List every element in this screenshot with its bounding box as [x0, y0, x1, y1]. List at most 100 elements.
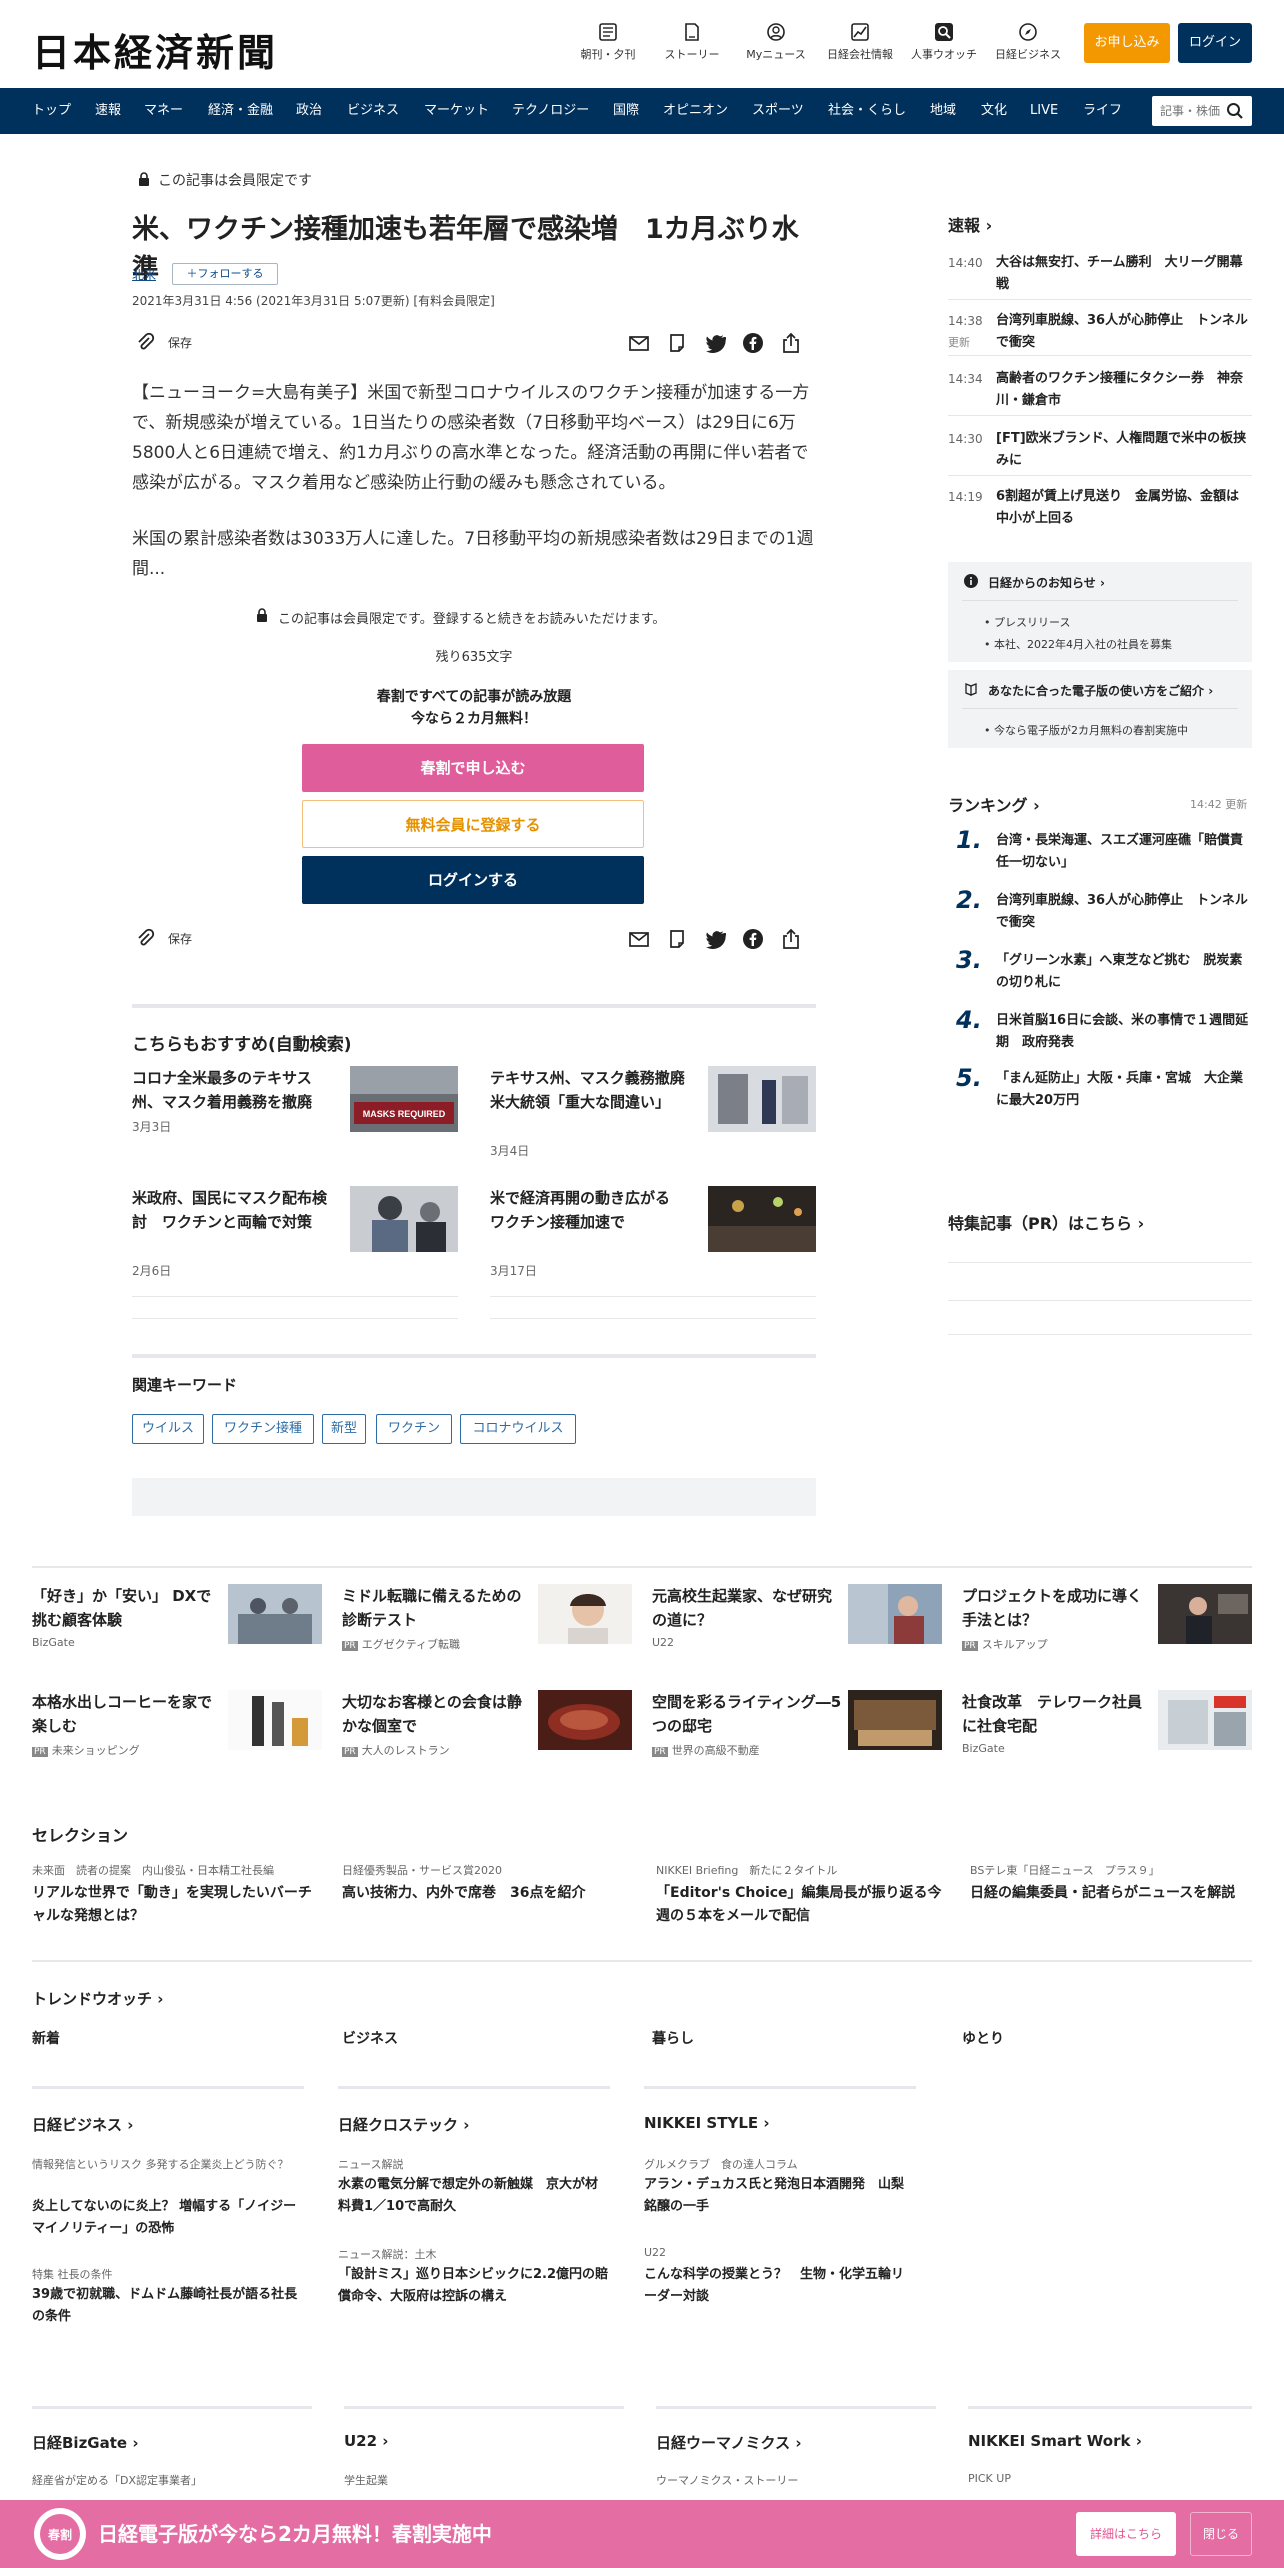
guide-heading[interactable]: あなたに合った電子版の使い方をご紹介 › [988, 682, 1213, 699]
region-tag-link[interactable]: 北米 [132, 266, 156, 283]
notice-item[interactable]: • プレスリリース [984, 614, 1070, 630]
nav-item-life[interactable]: ライフ [1083, 88, 1122, 134]
pr-item[interactable]: 大切なお客様との会食は静かな個室で PR 大人のレストラン [342, 1690, 632, 1757]
nav-item-society[interactable]: 社会・くらし [828, 88, 906, 134]
site-logo[interactable]: 日本経済新聞 [32, 22, 278, 77]
company-info-link[interactable]: 日経会社情報 [820, 22, 900, 62]
group-item-title[interactable]: 「設計ミス」巡り日本シビックに2.2億円の賠償命令、大阪府は控訴の構え [338, 2264, 610, 2308]
pr-item[interactable]: プロジェクトを成功に導く手法とは？ PR スキルアップ [962, 1584, 1252, 1651]
group-heading[interactable]: 日経ビジネス › [32, 2114, 133, 2135]
my-news-link[interactable]: Myニュース [736, 22, 816, 62]
trend-tab-living[interactable]: 暮らし [652, 2028, 694, 2048]
mail-icon[interactable] [628, 332, 650, 354]
group-item-title[interactable]: 39歳で初就職、ドムドム藤崎社長が語る社長の条件 [32, 2284, 304, 2328]
pr-item[interactable]: 「好き」か「安い」 DXで挑む顧客体験 BizGate [32, 1584, 322, 1650]
ranking-item[interactable]: 4. 日米首脳16日に会談、米の事情で１週間延期 政府発表 [948, 1006, 1252, 1058]
trend-tab-new[interactable]: 新着 [32, 2028, 60, 2048]
recommend-item[interactable]: 米政府、国民にマスク配布検討 ワクチンと両輪で対策 2月6日 [132, 1186, 458, 1296]
recommend-item[interactable]: テキサス州、マスク義務撤廃 米大統領「重大な間違い」 3月4日 [490, 1066, 816, 1176]
flash-news-item[interactable]: 14:30 [FT]欧米ブランド、人権問題で米中の板挟みに [948, 428, 1252, 476]
twitter-icon[interactable] [704, 928, 726, 950]
nav-item-technology[interactable]: テクノロジー [512, 88, 589, 134]
facebook-icon[interactable] [742, 928, 764, 950]
flash-news-item[interactable]: 14:38 更新 台湾列車脱線、36人が心肺停止 トンネルで衝突 [948, 310, 1252, 356]
banner-close-button[interactable]: 閉じる [1190, 2512, 1252, 2556]
nav-item-politics[interactable]: 政治 [296, 88, 322, 134]
search-input[interactable] [1152, 96, 1220, 126]
facebook-icon[interactable] [742, 332, 764, 354]
nav-item-opinion[interactable]: オピニオン [663, 88, 728, 134]
group-item-title[interactable]: アラン・デュカス氏と発泡日本酒開発 山梨銘醸の一手 [644, 2174, 916, 2218]
keyword-tag[interactable]: ワクチン接種 [212, 1414, 314, 1444]
trend-tab-business[interactable]: ビジネス [342, 2028, 398, 2048]
flash-news-heading[interactable]: 速報 › [948, 212, 992, 236]
notice-heading[interactable]: 日経からのお知らせ › [988, 574, 1105, 591]
keyword-tag[interactable]: ウイルス [132, 1414, 204, 1444]
note-icon[interactable] [666, 332, 688, 354]
ranking-item[interactable]: 1. 台湾・長栄海運、スエズ運河座礁「賠償責任一切ない」 [948, 826, 1252, 878]
keyword-tag[interactable]: コロナウイルス [460, 1414, 576, 1444]
personnel-watch-link[interactable]: 人事ウオッチ [904, 22, 984, 62]
notice-item[interactable]: • 本社、2022年4月入社の社員を募集 [984, 636, 1172, 652]
group-heading[interactable]: 日経BizGate › [32, 2432, 139, 2453]
recommend-item[interactable]: コロナ全米最多のテキサス州、マスク着用義務を撤廃 3月3日 MASKS REQU… [132, 1066, 458, 1176]
keyword-tag[interactable]: 新型 [322, 1414, 366, 1444]
nav-item-top[interactable]: トップ [32, 88, 71, 134]
ranking-heading[interactable]: ランキング › [948, 792, 1040, 816]
twitter-icon[interactable] [704, 332, 726, 354]
mail-icon[interactable] [628, 928, 650, 950]
clip-icon[interactable] [134, 332, 156, 354]
group-item-title[interactable]: 炎上してないのに炎上？ 増幅する「ノイジーマイノリティー」の恐怖 [32, 2196, 304, 2240]
ranking-item[interactable]: 3. 「グリーン水素」へ東芝など挑む 脱炭素の切り札に [948, 946, 1252, 998]
nav-item-money[interactable]: マネー [144, 88, 183, 134]
trend-tab-leisure[interactable]: ゆとり [962, 2028, 1004, 2048]
nav-item-economy[interactable]: 経済・金融 [208, 88, 273, 134]
pr-heading[interactable]: 特集記事（PR）はこちら › [948, 1210, 1144, 1234]
ranking-item[interactable]: 5. 「まん延防止」大阪・兵庫・宮城 大企業に最大20万円 [948, 1064, 1252, 1116]
trend-heading[interactable]: トレンドウオッチ › [32, 1988, 163, 2009]
nav-item-sports[interactable]: スポーツ [752, 88, 804, 134]
pr-item[interactable]: 本格水出しコーヒーを家で楽しむ PR 未来ショッピング [32, 1690, 322, 1757]
note-icon[interactable] [666, 928, 688, 950]
search-icon[interactable] [1226, 102, 1244, 120]
pr-item[interactable]: 元高校生起業家、なぜ研究の道に？ U22 [652, 1584, 942, 1650]
flash-news-item[interactable]: 14:19 6割超が賃上げ見送り 金属労協、金額は中小が上回る [948, 486, 1252, 534]
nav-item-regional[interactable]: 地域 [930, 88, 956, 134]
nav-item-international[interactable]: 国際 [613, 88, 639, 134]
share-icon[interactable] [780, 928, 802, 950]
pr-item[interactable]: ミドル転職に備えるための診断テスト PR エグゼクティブ転職 [342, 1584, 632, 1651]
flash-news-item[interactable]: 14:40 大谷は無安打、チーム勝利 大リーグ開幕戦 [948, 252, 1252, 300]
keyword-tag[interactable]: ワクチン [376, 1414, 452, 1444]
save-label[interactable]: 保存 [168, 334, 192, 351]
group-item-title[interactable]: こんな科学の授業とう？ 生物・化学五輪リーダー対談 [644, 2264, 916, 2308]
free-register-button[interactable]: 無料会員に登録する [302, 800, 644, 848]
clip-icon[interactable] [134, 928, 156, 950]
spring-subscribe-button[interactable]: 春割で申し込む [302, 744, 644, 792]
guide-item[interactable]: • 今なら電子版が2カ月無料の春割実施中 [984, 722, 1188, 738]
print-edition-link[interactable]: 朝刊・夕刊 [568, 22, 648, 62]
group-heading[interactable]: NIKKEI Smart Work › [968, 2432, 1142, 2450]
nikkei-business-link[interactable]: 日経ビジネス [988, 22, 1068, 62]
group-heading[interactable]: NIKKEI STYLE › [644, 2114, 770, 2132]
nav-item-culture[interactable]: 文化 [981, 88, 1007, 134]
share-icon[interactable] [780, 332, 802, 354]
flash-news-item[interactable]: 14:34 高齢者のワクチン接種にタクシー券 神奈川・鎌倉市 [948, 368, 1252, 416]
story-link[interactable]: ストーリー [652, 22, 732, 62]
group-heading[interactable]: 日経ウーマノミクス › [656, 2432, 802, 2453]
recommend-item[interactable]: 米で経済再開の動き広がる ワクチン接種加速で 3月17日 [490, 1186, 816, 1296]
group-item-title[interactable]: 水素の電気分解で想定外の新触媒 京大が材料費1／10で高耐久 [338, 2174, 610, 2218]
nav-item-live[interactable]: LIVE [1030, 88, 1058, 134]
pr-item[interactable]: 空間を彩るライティング―5つの邸宅 PR 世界の高級不動産 [652, 1690, 942, 1757]
pr-item[interactable]: 社食改革 テレワーク社員に社食宅配 BizGate [962, 1690, 1252, 1756]
apply-button[interactable]: お申し込み [1084, 23, 1170, 63]
nav-item-market[interactable]: マーケット [424, 88, 489, 134]
login-button[interactable]: ログイン [1178, 23, 1252, 63]
group-heading[interactable]: U22 › [344, 2432, 388, 2450]
nav-item-business[interactable]: ビジネス [347, 88, 399, 134]
save-label[interactable]: 保存 [168, 930, 192, 947]
ranking-item[interactable]: 2. 台湾列車脱線、36人が心肺停止 トンネルで衝突 [948, 886, 1252, 938]
group-heading[interactable]: 日経クロステック › [338, 2114, 469, 2135]
nav-item-flash[interactable]: 速報 [95, 88, 121, 134]
article-login-button[interactable]: ログインする [302, 856, 644, 904]
banner-detail-button[interactable]: 詳細はこちら [1076, 2512, 1176, 2556]
